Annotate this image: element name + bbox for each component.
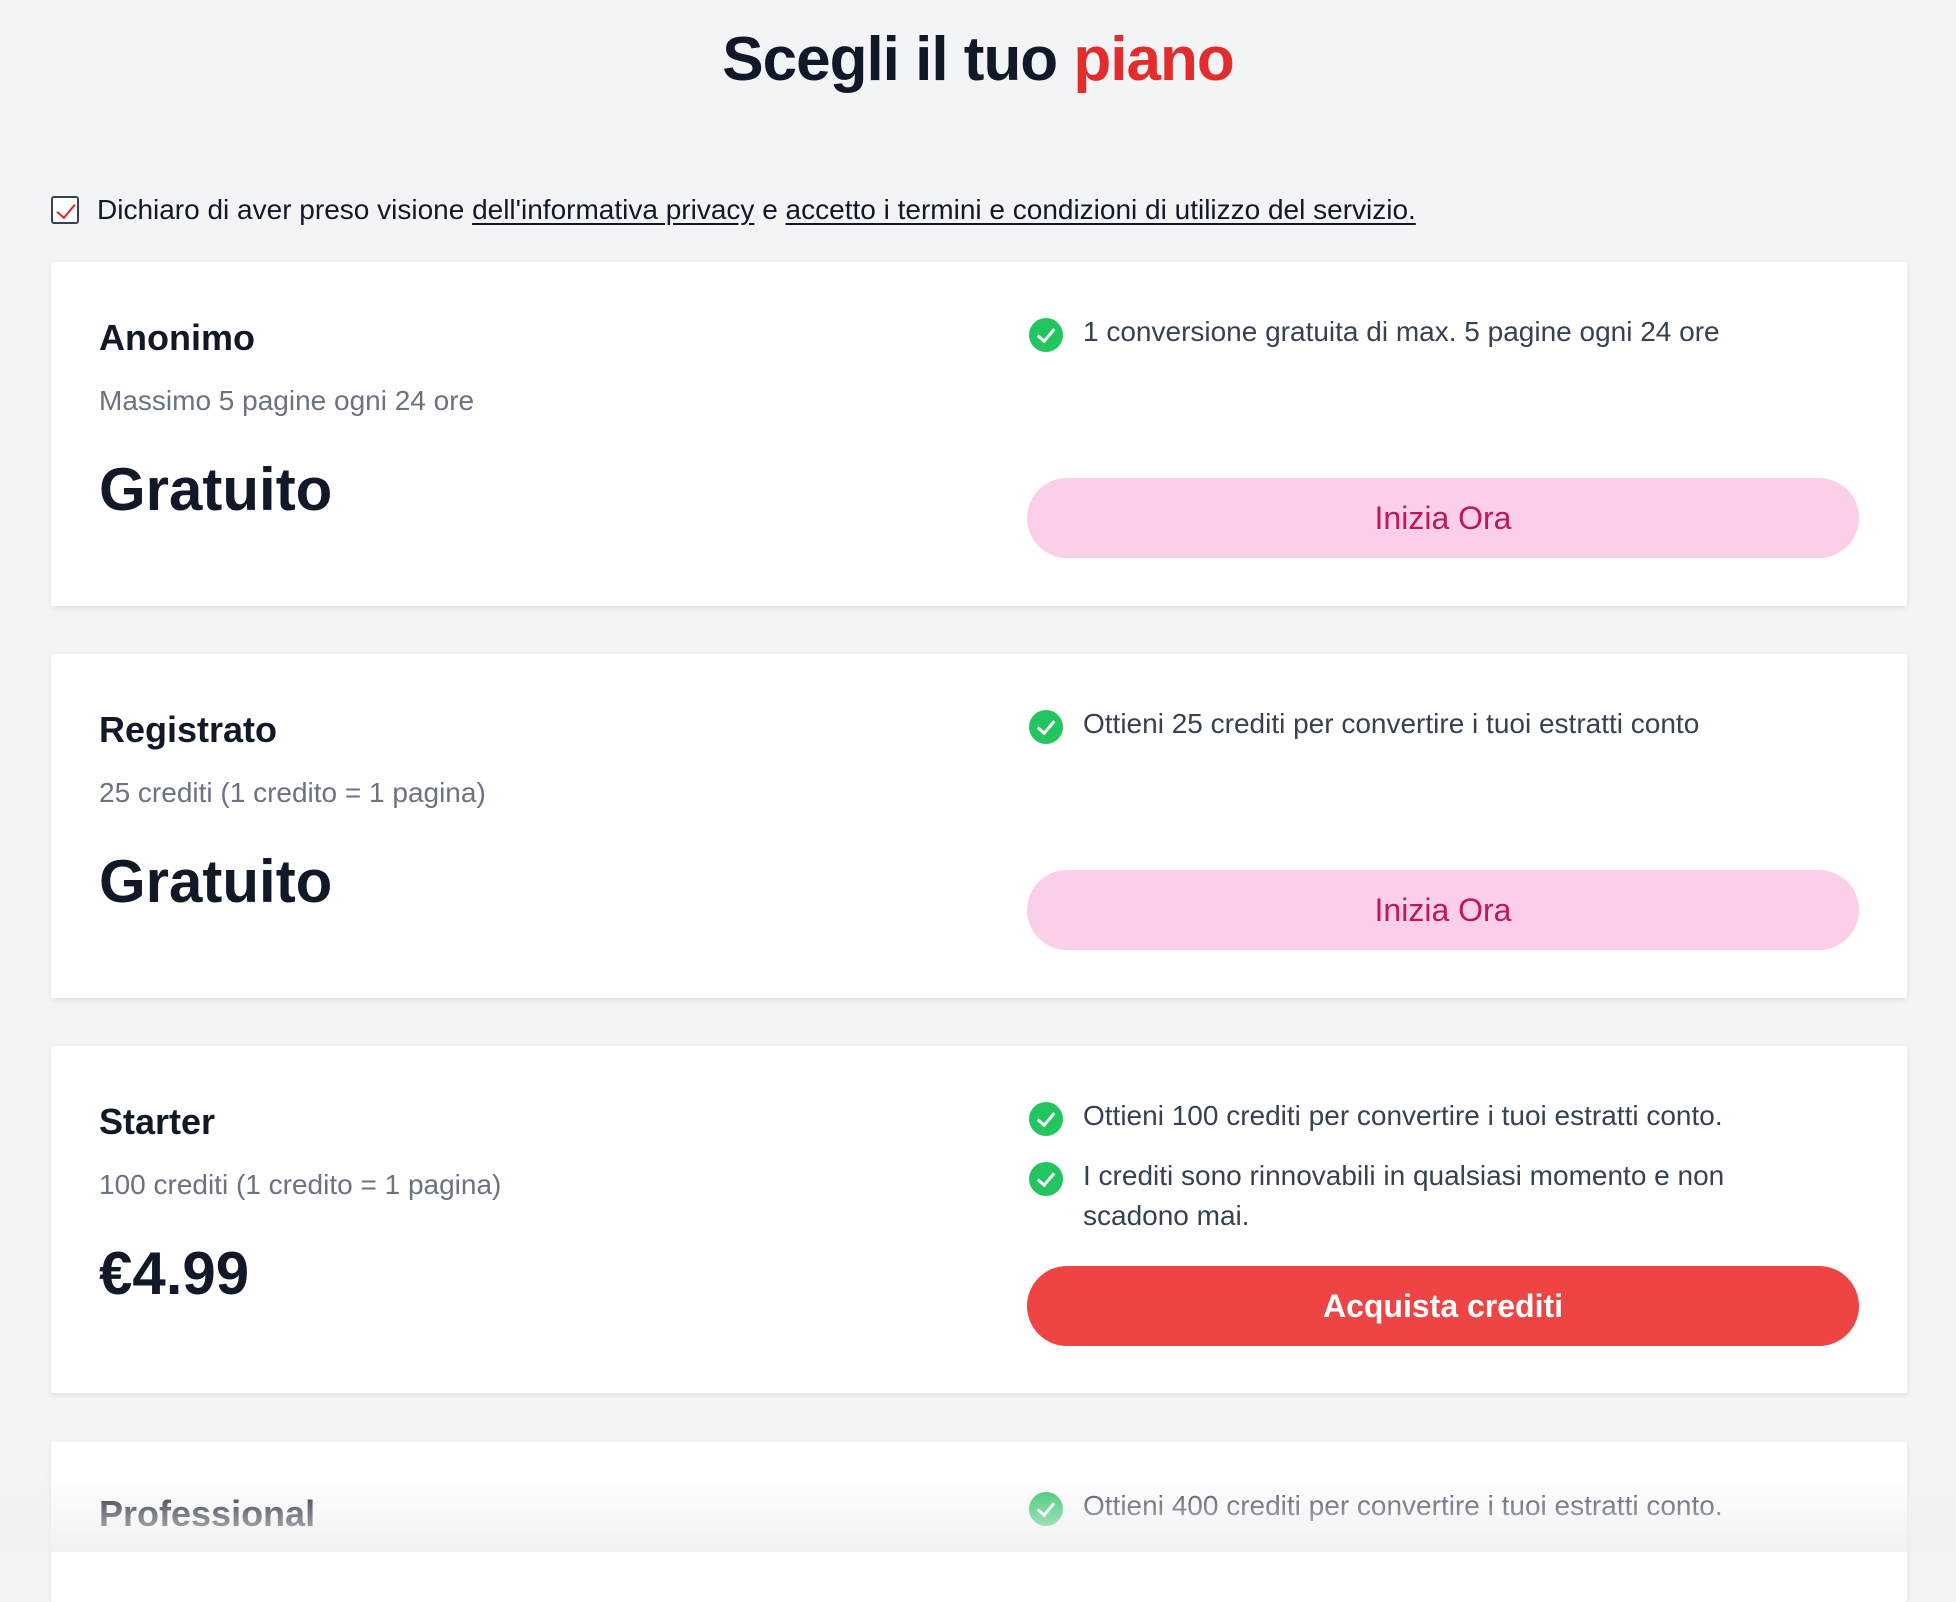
privacy-policy-link[interactable]: dell'informativa privacy bbox=[472, 194, 754, 226]
plan-card-professional: Professional Ottieni 400 crediti per con… bbox=[51, 1442, 1907, 1602]
feature-item: I crediti sono rinnovabili in qualsiasi … bbox=[1029, 1156, 1789, 1236]
plan-features: Ottieni 400 crediti per convertire i tuo… bbox=[1029, 1486, 1789, 1546]
plan-features: 1 conversione gratuita di max. 5 pagine … bbox=[1029, 312, 1789, 372]
plan-features: Ottieni 100 crediti per convertire i tuo… bbox=[1029, 1096, 1789, 1256]
feature-text: Ottieni 25 crediti per convertire i tuoi… bbox=[1083, 708, 1700, 739]
page-title-accent: piano bbox=[1073, 25, 1234, 94]
plan-card-anonimo: Anonimo Massimo 5 pagine ogni 24 ore Gra… bbox=[51, 262, 1907, 606]
plan-subtitle: 25 crediti (1 credito = 1 pagina) bbox=[99, 777, 486, 808]
consent-text-before: Dichiaro di aver preso visione bbox=[97, 194, 465, 225]
start-now-button[interactable]: Inizia Ora bbox=[1027, 478, 1859, 558]
feature-text: Ottieni 400 crediti per convertire i tuo… bbox=[1083, 1490, 1723, 1521]
consent-row: Dichiaro di aver preso visione dell'info… bbox=[51, 193, 1416, 227]
start-now-button[interactable]: Inizia Ora bbox=[1027, 870, 1859, 950]
consent-checkbox[interactable] bbox=[51, 196, 79, 224]
plan-price: €4.99 bbox=[99, 1240, 250, 1307]
plan-name: Starter bbox=[99, 1101, 216, 1142]
feature-text: 1 conversione gratuita di max. 5 pagine … bbox=[1083, 316, 1720, 347]
feature-item: 1 conversione gratuita di max. 5 pagine … bbox=[1029, 312, 1789, 352]
feature-item: Ottieni 100 crediti per convertire i tuo… bbox=[1029, 1096, 1789, 1136]
plan-price: Gratuito bbox=[99, 456, 333, 523]
consent-text-middle: e bbox=[762, 194, 778, 225]
plan-subtitle: 100 crediti (1 credito = 1 pagina) bbox=[99, 1169, 502, 1200]
feature-text: Ottieni 100 crediti per convertire i tuo… bbox=[1083, 1100, 1723, 1131]
feature-item: Ottieni 400 crediti per convertire i tuo… bbox=[1029, 1486, 1789, 1526]
plan-name: Anonimo bbox=[99, 317, 255, 358]
check-circle-icon bbox=[1029, 1162, 1063, 1196]
plan-subtitle: Massimo 5 pagine ogni 24 ore bbox=[99, 385, 475, 416]
feature-text: I crediti sono rinnovabili in qualsiasi … bbox=[1083, 1160, 1725, 1231]
plan-price: Gratuito bbox=[99, 848, 333, 915]
check-circle-icon bbox=[1029, 1102, 1063, 1136]
feature-item: Ottieni 25 crediti per convertire i tuoi… bbox=[1029, 704, 1789, 744]
plan-name: Registrato bbox=[99, 709, 278, 750]
plan-name: Professional bbox=[99, 1493, 316, 1534]
plan-card-registrato: Registrato 25 crediti (1 credito = 1 pag… bbox=[51, 654, 1907, 998]
page-title: Scegli il tuo piano bbox=[0, 24, 1956, 96]
plan-card-starter: Starter 100 crediti (1 credito = 1 pagin… bbox=[51, 1046, 1907, 1393]
plan-features: Ottieni 25 crediti per convertire i tuoi… bbox=[1029, 704, 1789, 764]
buy-credits-button[interactable]: Acquista crediti bbox=[1027, 1266, 1859, 1346]
check-circle-icon bbox=[1029, 318, 1063, 352]
check-circle-icon bbox=[1029, 1492, 1063, 1526]
checkmark-icon bbox=[56, 198, 76, 220]
page-title-main: Scegli il tuo bbox=[722, 25, 1058, 94]
check-circle-icon bbox=[1029, 710, 1063, 744]
terms-link[interactable]: accetto i termini e condizioni di utiliz… bbox=[786, 194, 1416, 226]
